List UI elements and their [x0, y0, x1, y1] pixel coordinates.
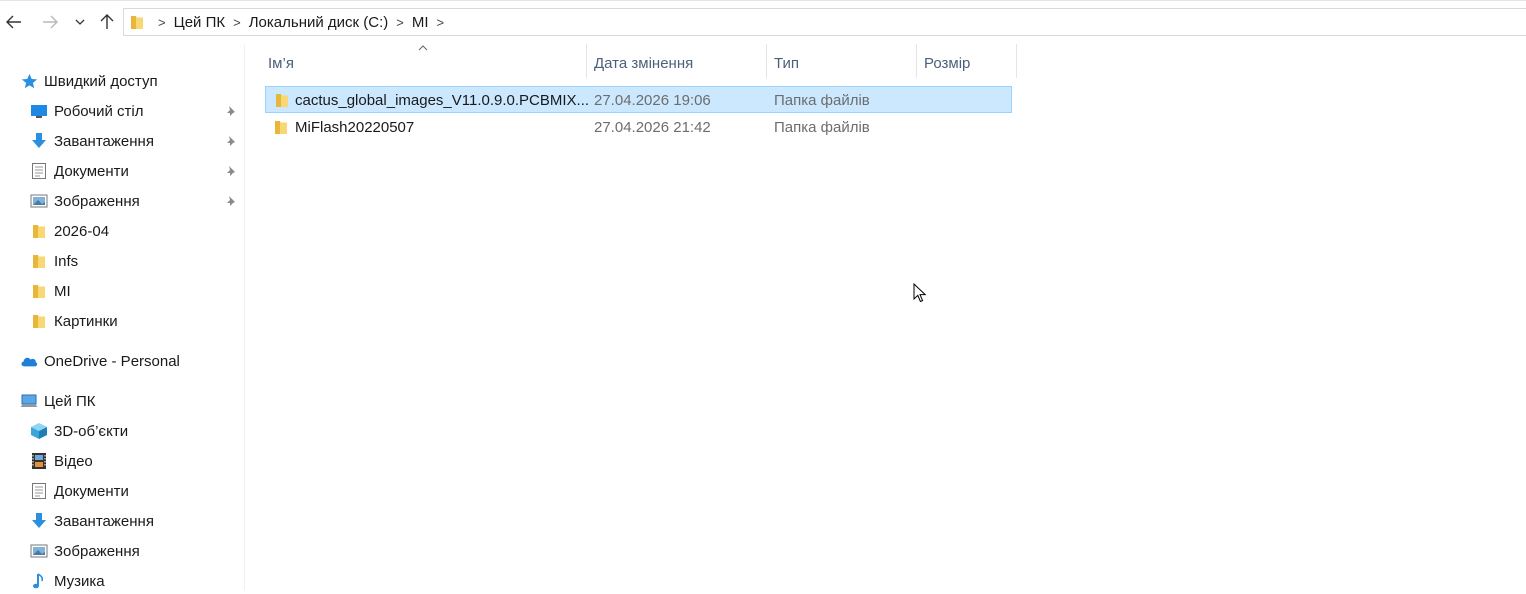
column-header-type[interactable]: Тип — [774, 48, 799, 78]
documents-icon — [30, 162, 48, 180]
sidebar-item-label: Infs — [54, 252, 79, 270]
column-header-date[interactable]: Дата змінення — [594, 48, 693, 78]
sidebar-item-label: Документи — [54, 162, 129, 180]
pin-icon[interactable] — [224, 105, 238, 119]
sidebar-item-label: Завантаження — [54, 132, 154, 150]
sidebar-item-label: 2026-04 — [54, 222, 110, 240]
sidebar-divider — [244, 44, 245, 590]
sidebar-item-music[interactable]: Музика — [30, 568, 105, 594]
music-icon — [30, 572, 48, 590]
breadcrumb-separator-icon[interactable]: > — [158, 15, 166, 30]
sidebar-item-onedrive[interactable]: OneDrive - Personal — [20, 348, 180, 374]
address-bar[interactable]: > Цей ПК > Локальний диск (C:) > MI > — [123, 8, 1526, 36]
documents-icon — [30, 482, 48, 500]
sidebar-item-3d-objects[interactable]: 3D-об’єкти — [30, 418, 128, 444]
sidebar-item-documents[interactable]: Документи — [30, 158, 129, 184]
sidebar-item-label: 3D-об’єкти — [54, 422, 129, 440]
file-row[interactable]: MiFlash20220507 27.04.2026 21:42 Папка ф… — [265, 114, 1012, 141]
sidebar-item-label: Зображення — [54, 542, 140, 560]
breadcrumb-separator-icon[interactable]: > — [437, 15, 445, 30]
sidebar-item-label: Відео — [54, 452, 93, 470]
file-type: Папка файлів — [774, 92, 870, 109]
column-divider[interactable] — [586, 44, 587, 78]
3d-objects-icon — [30, 422, 48, 440]
pin-icon[interactable] — [224, 135, 238, 149]
sidebar-item-label: Робочий стіл — [54, 102, 144, 120]
back-button[interactable] — [3, 10, 25, 34]
pictures-icon — [30, 192, 48, 210]
up-arrow-icon — [100, 14, 114, 29]
download-icon — [30, 132, 48, 150]
computer-icon — [20, 392, 38, 410]
top-border — [0, 0, 1526, 1]
video-icon — [30, 452, 48, 470]
folder-icon — [30, 282, 48, 300]
forward-button[interactable] — [39, 10, 61, 34]
column-header-size[interactable]: Розмір — [924, 48, 970, 78]
sidebar-item-pictures[interactable]: Зображення — [30, 188, 140, 214]
sidebar-item-video[interactable]: Відео — [30, 448, 93, 474]
pin-icon[interactable] — [224, 195, 238, 209]
sidebar-item-label: Картинки — [54, 312, 118, 330]
sidebar-item-quick-access[interactable]: Швидкий доступ — [20, 68, 158, 94]
file-date: 27.04.2026 19:06 — [594, 92, 711, 109]
pin-icon[interactable] — [224, 165, 238, 179]
sidebar-item-folder-infs[interactable]: Infs — [30, 248, 78, 274]
sidebar-item-label: Зображення — [54, 192, 140, 210]
sidebar-item-desktop[interactable]: Робочий стіл — [30, 98, 144, 124]
star-icon — [20, 72, 38, 90]
sidebar-item-folder-kartynky[interactable]: Картинки — [30, 308, 118, 334]
address-toolbar: > Цей ПК > Локальний диск (C:) > MI > — [0, 0, 1526, 44]
sidebar-item-downloads[interactable]: Завантаження — [30, 128, 154, 154]
download-icon — [30, 512, 48, 530]
breadcrumb-mi[interactable]: MI — [412, 14, 429, 31]
folder-icon — [275, 121, 287, 134]
file-row[interactable]: cactus_global_images_V11.0.9.0.PCBMIX...… — [265, 86, 1012, 113]
sidebar-item-label: Швидкий доступ — [44, 72, 158, 90]
sidebar-item-label: Завантаження — [54, 512, 154, 530]
desktop-icon — [30, 102, 48, 120]
back-arrow-icon — [6, 15, 21, 29]
column-header-name[interactable]: Ім’я — [268, 48, 294, 78]
breadcrumb-separator-icon[interactable]: > — [233, 15, 241, 30]
sidebar-item-this-pc[interactable]: Цей ПК — [20, 388, 96, 414]
pictures-icon — [30, 542, 48, 560]
folder-icon — [30, 252, 48, 270]
folder-icon — [30, 312, 48, 330]
folder-icon — [131, 16, 143, 29]
sidebar-item-documents-pc[interactable]: Документи — [30, 478, 129, 504]
chevron-down-icon — [75, 19, 85, 25]
sidebar-item-downloads-pc[interactable]: Завантаження — [30, 508, 154, 534]
sidebar-item-label: MI — [54, 282, 71, 300]
cloud-icon — [20, 352, 38, 370]
folder-icon — [276, 94, 288, 107]
breadcrumb-separator-icon[interactable]: > — [396, 15, 404, 30]
column-divider[interactable] — [766, 44, 767, 78]
sidebar-item-label: Музика — [54, 572, 105, 590]
forward-arrow-icon — [43, 15, 58, 29]
sidebar-item-label: OneDrive - Personal — [44, 352, 180, 370]
column-divider[interactable] — [1016, 44, 1017, 78]
recent-locations-button[interactable] — [70, 10, 90, 34]
file-type: Папка файлів — [774, 119, 870, 136]
sort-ascending-icon — [418, 45, 428, 51]
up-button[interactable] — [96, 10, 118, 34]
breadcrumb-this-pc[interactable]: Цей ПК — [174, 14, 226, 31]
mouse-cursor-icon — [913, 283, 927, 303]
file-name: cactus_global_images_V11.0.9.0.PCBMIX... — [295, 92, 590, 109]
sidebar-item-pictures-pc[interactable]: Зображення — [30, 538, 140, 564]
navigation-pane: Швидкий доступ Робочий стіл Завантаження… — [0, 66, 244, 590]
sidebar-item-label: Документи — [54, 482, 129, 500]
column-divider[interactable] — [916, 44, 917, 78]
file-name: MiFlash20220507 — [295, 119, 415, 136]
sidebar-item-label: Цей ПК — [44, 392, 96, 410]
sidebar-item-folder-2026-04[interactable]: 2026-04 — [30, 218, 109, 244]
file-date: 27.04.2026 21:42 — [594, 119, 711, 136]
folder-icon — [30, 222, 48, 240]
breadcrumb-local-disk[interactable]: Локальний диск (C:) — [249, 14, 389, 31]
sidebar-item-folder-mi[interactable]: MI — [30, 278, 71, 304]
